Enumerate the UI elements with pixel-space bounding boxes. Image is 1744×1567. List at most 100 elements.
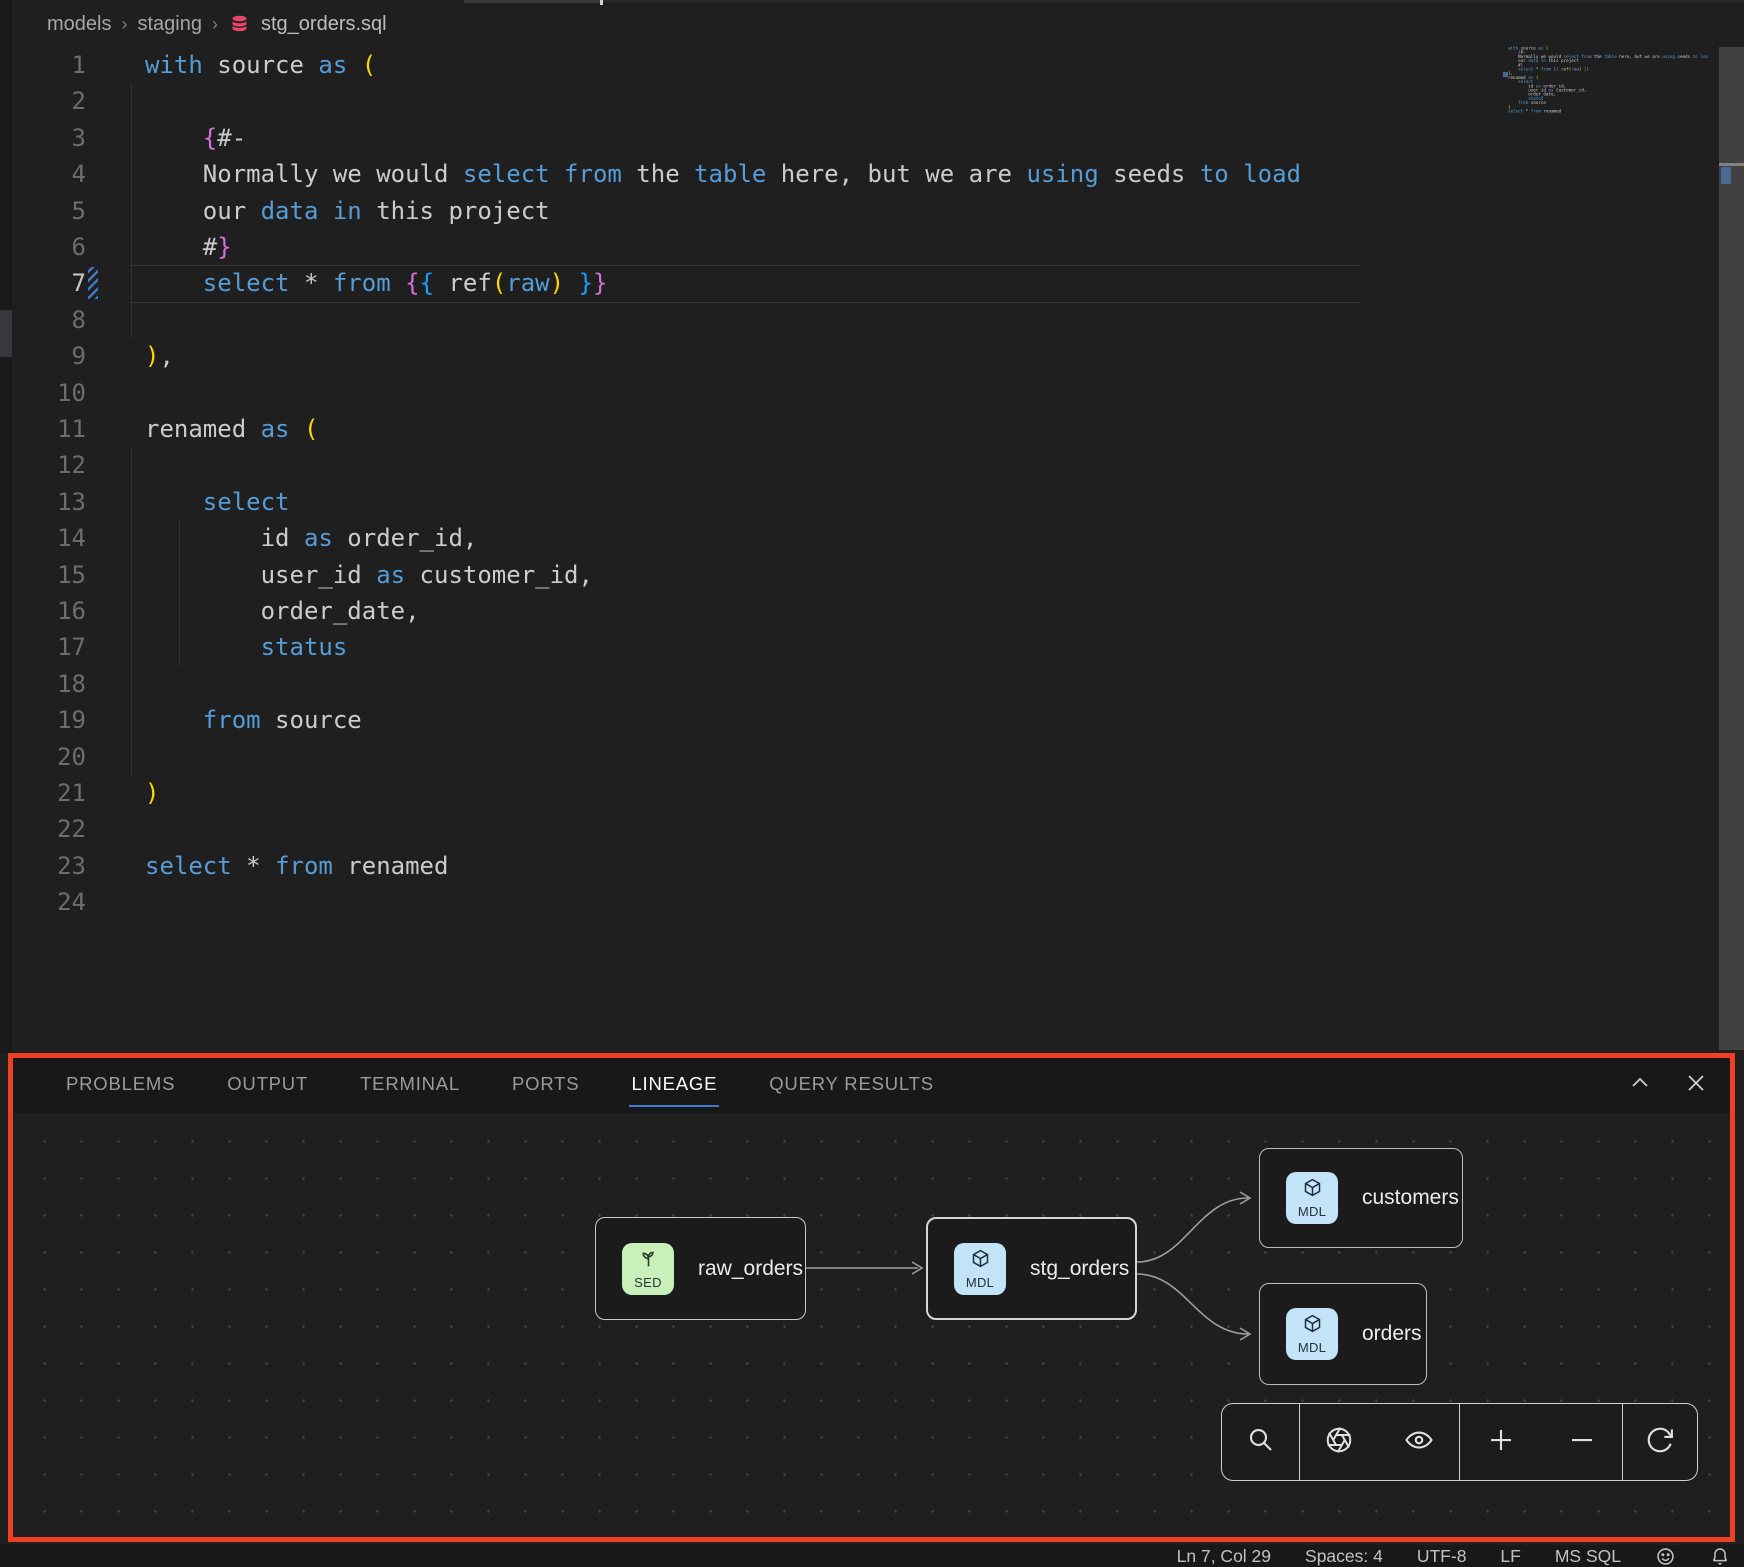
code-line[interactable]: 18	[0, 666, 1500, 702]
code-text: select	[145, 484, 290, 520]
refresh-icon[interactable]	[1645, 1425, 1675, 1460]
cube-icon	[970, 1248, 991, 1274]
minimap-line: select * from renamed	[1508, 109, 1708, 113]
line-number: 17	[0, 629, 86, 665]
code-line[interactable]: 6 #}	[0, 229, 1500, 265]
code-line[interactable]: 5 our data in this project	[0, 193, 1500, 229]
panel-tab-lineage[interactable]: LINEAGE	[629, 1063, 719, 1107]
node-label: orders	[1362, 1322, 1422, 1346]
code-line[interactable]: 11 renamed as (	[0, 411, 1500, 447]
smiley-icon[interactable]	[1655, 1546, 1676, 1567]
node-label: stg_orders	[1030, 1257, 1129, 1281]
editor-scrollbar[interactable]	[1719, 47, 1744, 1050]
lineage-node-raw_orders[interactable]: SED raw_orders	[595, 1217, 806, 1320]
line-number: 22	[0, 811, 86, 847]
code-text: id as order_id,	[145, 520, 477, 556]
node-type-badge: MDL	[1298, 1204, 1326, 1219]
breadcrumb-item[interactable]: staging	[137, 13, 202, 36]
status-item-lf[interactable]: LF	[1500, 1546, 1520, 1567]
code-line[interactable]: 9 ),	[0, 338, 1500, 374]
code-text: {#-	[145, 120, 246, 156]
line-number: 11	[0, 411, 86, 447]
database-icon	[228, 14, 251, 35]
node-type-chip: MDL	[1286, 1308, 1338, 1360]
indent-guide	[131, 84, 132, 338]
line-number: 14	[0, 520, 86, 556]
line-number: 4	[0, 156, 86, 192]
code-line[interactable]: 19 from source	[0, 702, 1500, 738]
code-text: with source as (	[145, 47, 376, 83]
line-number: 23	[0, 848, 86, 884]
line-number: 9	[0, 338, 86, 374]
code-text: from source	[145, 702, 362, 738]
node-type-chip: MDL	[1286, 1172, 1338, 1224]
node-type-chip: MDL	[954, 1243, 1006, 1295]
code-line[interactable]: 13 select	[0, 484, 1500, 520]
code-text: our data in this project	[145, 193, 550, 229]
chevron-up-icon[interactable]	[1628, 1071, 1652, 1095]
status-item-ms[interactable]: MS SQL	[1555, 1546, 1621, 1567]
code-line[interactable]: 23 select * from renamed	[0, 848, 1500, 884]
search-icon[interactable]	[1246, 1425, 1276, 1460]
code-text: ),	[145, 338, 174, 374]
close-icon[interactable]	[1684, 1071, 1708, 1095]
top-edge-detail	[464, 0, 600, 3]
zoom-out-icon[interactable]	[1567, 1425, 1597, 1460]
code-line[interactable]: 20	[0, 739, 1500, 775]
code-line[interactable]: 22	[0, 811, 1500, 847]
line-number: 21	[0, 775, 86, 811]
breadcrumb-file[interactable]: stg_orders.sql	[261, 13, 387, 36]
node-type-chip: SED	[622, 1243, 674, 1295]
breadcrumb-item[interactable]: models	[47, 13, 111, 36]
line-number: 5	[0, 193, 86, 229]
code-text: status	[145, 629, 347, 665]
panel-tab-problems[interactable]: PROBLEMS	[64, 1063, 177, 1107]
status-item-ln[interactable]: Ln 7, Col 29	[1177, 1546, 1271, 1567]
status-bar: Ln 7, Col 29 Spaces: 4 UTF-8 LF MS SQL	[0, 1545, 1744, 1567]
code-line[interactable]: 8	[0, 302, 1500, 338]
code-line[interactable]: 3 {#-	[0, 120, 1500, 156]
code-text: user_id as customer_id,	[145, 557, 593, 593]
bell-icon[interactable]	[1710, 1546, 1730, 1567]
modified-line-indicator	[88, 267, 98, 299]
code-line[interactable]: 24	[0, 884, 1500, 920]
seedling-icon	[638, 1248, 659, 1274]
code-line[interactable]: 16 order_date,	[0, 593, 1500, 629]
panel-tab-ports[interactable]: PORTS	[510, 1063, 581, 1107]
code-line[interactable]: 14 id as order_id,	[0, 520, 1500, 556]
code-line[interactable]: 1 with source as (	[0, 47, 1500, 83]
minimap-cursor-marker	[1503, 72, 1508, 77]
code-line[interactable]: 10	[0, 375, 1500, 411]
line-number: 2	[0, 83, 86, 119]
zoom-in-icon[interactable]	[1486, 1425, 1516, 1460]
node-type-badge: MDL	[966, 1275, 994, 1290]
panel-tab-query-results[interactable]: QUERY RESULTS	[767, 1063, 936, 1107]
code-line[interactable]: 12	[0, 447, 1500, 483]
node-label: customers	[1362, 1186, 1459, 1210]
status-item-spaces[interactable]: Spaces: 4	[1305, 1546, 1383, 1567]
breadcrumb[interactable]: models›staging› stg_orders.sql	[47, 10, 387, 38]
code-text: )	[145, 775, 159, 811]
panel-tab-terminal[interactable]: TERMINAL	[358, 1063, 462, 1107]
status-item-utf-8[interactable]: UTF-8	[1417, 1546, 1467, 1567]
eye-icon[interactable]	[1403, 1425, 1435, 1460]
lineage-node-orders[interactable]: MDL orders	[1259, 1283, 1427, 1385]
node-type-badge: MDL	[1298, 1340, 1326, 1355]
lineage-canvas[interactable]: SED raw_orders MDL stg_orders MDL custom…	[12, 1113, 1736, 1543]
code-line[interactable]: 21 )	[0, 775, 1500, 811]
line-number: 18	[0, 666, 86, 702]
line-number: 16	[0, 593, 86, 629]
code-line[interactable]: 2	[0, 83, 1500, 119]
minimap[interactable]: with source as ( {#- Normally we would s…	[1508, 46, 1708, 176]
cube-icon	[1302, 1313, 1323, 1339]
lineage-node-customers[interactable]: MDL customers	[1259, 1148, 1463, 1248]
panel-tab-output[interactable]: OUTPUT	[225, 1063, 310, 1107]
code-text: renamed as (	[145, 411, 318, 447]
code-line[interactable]: 15 user_id as customer_id,	[0, 557, 1500, 593]
code-line[interactable]: 4 Normally we would select from the tabl…	[0, 156, 1500, 192]
cube-icon	[1302, 1177, 1323, 1203]
lineage-node-stg_orders[interactable]: MDL stg_orders	[926, 1217, 1137, 1320]
aperture-icon[interactable]	[1324, 1425, 1354, 1460]
code-line[interactable]: 17 status	[0, 629, 1500, 665]
scrollbar-divider	[1719, 163, 1744, 166]
